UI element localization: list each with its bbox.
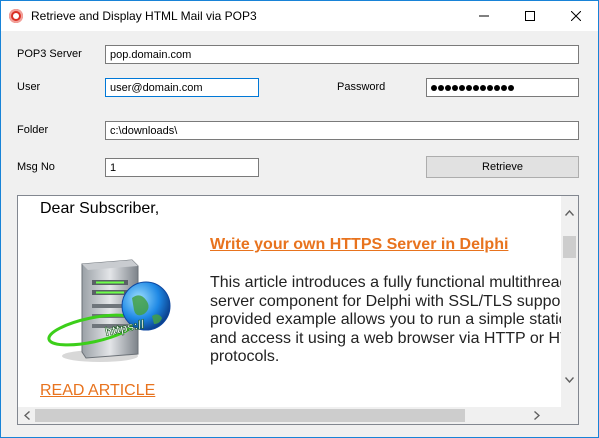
password-dot: [480, 84, 486, 91]
close-button[interactable]: [553, 1, 599, 31]
folder-label: Folder: [17, 124, 49, 136]
password-dot: [487, 84, 493, 91]
password-dot: [466, 84, 472, 91]
scroll-down-arrow-icon[interactable]: [561, 371, 578, 388]
scrollbar-corner: [561, 407, 578, 424]
user-label: User: [17, 81, 41, 93]
maximize-button[interactable]: [507, 1, 553, 31]
folder-input[interactable]: [105, 121, 579, 140]
password-dot: [445, 84, 451, 91]
password-dot: [438, 84, 444, 91]
password-input[interactable]: [426, 78, 579, 97]
read-article-link[interactable]: READ ARTICLE: [40, 382, 155, 400]
vertical-scroll-thumb[interactable]: [563, 236, 576, 258]
password-label: Password: [337, 81, 386, 93]
article-body: This article introduces a fully function…: [210, 274, 561, 367]
pop3-server-label: POP3 Server: [17, 48, 82, 60]
horizontal-scrollbar[interactable]: [18, 407, 561, 424]
greeting-text: Dear Subscriber,: [40, 200, 160, 217]
password-dot: [459, 84, 465, 91]
msg-no-label: Msg No: [17, 161, 55, 173]
scroll-up-arrow-icon[interactable]: [561, 204, 578, 221]
message-viewer[interactable]: Dear Subscriber, Write your own HTTPS Se…: [17, 195, 579, 425]
msg-no-input[interactable]: [105, 158, 259, 177]
minimize-button[interactable]: [461, 1, 507, 31]
title-bar[interactable]: Retrieve and Display HTML Mail via POP3: [1, 1, 598, 31]
minimize-icon: [479, 15, 489, 17]
article-line: provided example allows you to run a sim…: [210, 311, 561, 328]
article-line: server component for Delphi with SSL/TLS…: [210, 292, 561, 310]
article-line: and access it using a web browser via HT…: [210, 329, 561, 347]
password-dot: [494, 84, 500, 91]
password-dot: [508, 84, 514, 91]
user-input[interactable]: [105, 78, 259, 97]
retrieve-button[interactable]: Retrieve: [426, 156, 579, 178]
horizontal-scroll-thumb[interactable]: [35, 409, 465, 422]
article-title-link[interactable]: Write your own HTTPS Server in Delphi: [210, 236, 508, 254]
article-line: protocols.: [210, 348, 280, 365]
message-content: Dear Subscriber, Write your own HTTPS Se…: [18, 196, 561, 407]
vertical-scrollbar[interactable]: [561, 196, 578, 407]
server-globe-image: https://: [47, 259, 171, 362]
pop3-server-input[interactable]: [105, 45, 579, 64]
password-dot: [501, 84, 507, 91]
main-window: Retrieve and Display HTML Mail via POP3 …: [0, 0, 599, 438]
scroll-left-arrow-icon[interactable]: [18, 407, 35, 424]
window-title: Retrieve and Display HTML Mail via POP3: [31, 9, 257, 23]
maximize-icon: [525, 11, 535, 21]
password-dot: [473, 84, 479, 91]
app-icon[interactable]: [9, 9, 23, 23]
password-dot: [452, 84, 458, 91]
close-icon: [571, 11, 581, 21]
scroll-right-arrow-icon[interactable]: [528, 407, 545, 424]
password-dot: [431, 84, 437, 91]
article-line: This article introduces a fully function…: [210, 274, 561, 291]
